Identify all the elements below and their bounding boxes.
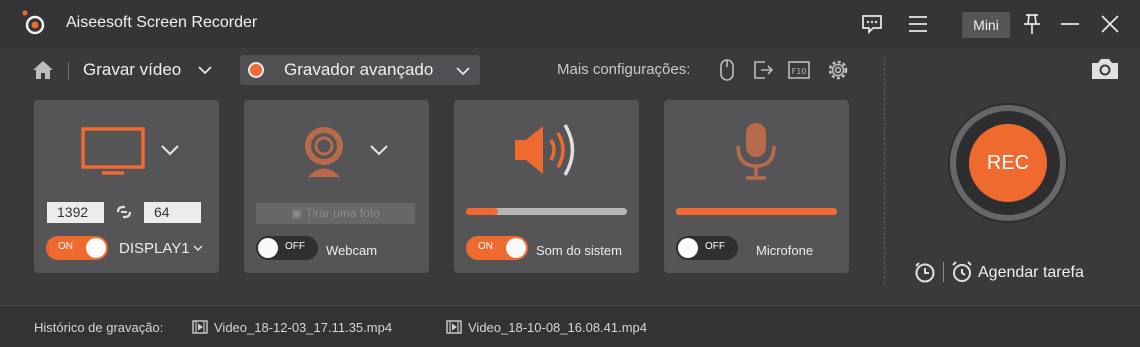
microphone-icon[interactable]: [734, 120, 778, 182]
chevron-down-icon[interactable]: [369, 143, 389, 157]
link-icon[interactable]: [114, 203, 134, 221]
width-input[interactable]: 1392: [47, 202, 104, 223]
history-file-item[interactable]: Video_18-10-08_16.08.41.mp4: [446, 318, 686, 336]
display-source-select[interactable]: DISPLAY1: [119, 240, 190, 257]
chevron-down-icon[interactable]: [197, 64, 213, 76]
mouse-icon[interactable]: [715, 57, 739, 83]
take-photo-button[interactable]: ▣ Tirar uma foto: [256, 203, 415, 224]
chevron-down-icon: [456, 67, 470, 76]
microphone-panel: OFF Microfone: [664, 100, 849, 273]
close-icon[interactable]: [1098, 12, 1122, 36]
chevron-down-icon[interactable]: [193, 244, 203, 252]
monitor-icon[interactable]: [80, 126, 146, 176]
webcam-icon[interactable]: [296, 124, 352, 180]
schedule-task-button[interactable]: Agendar tarefa: [978, 264, 1084, 282]
svg-text:F10: F10: [792, 67, 807, 76]
toggle-label: ON: [58, 241, 73, 252]
system-sound-panel: ON Som do sistem: [454, 100, 639, 273]
system-volume-slider[interactable]: [466, 208, 627, 215]
recording-history-bar: Histórico de gravação: Video_18-12-03_17…: [0, 305, 1140, 347]
history-file-name: Video_18-12-03_17.11.35.mp4: [214, 320, 393, 335]
history-label: Histórico de gravação:: [34, 320, 164, 335]
toolbar-divider: [68, 62, 69, 80]
toggle-knob: [678, 238, 698, 258]
record-mode-dropdown[interactable]: Gravar vídeo: [83, 60, 181, 80]
camera-icon[interactable]: [1090, 57, 1120, 81]
advanced-recorder-dropdown[interactable]: Gravador avançado: [240, 55, 480, 85]
webcam-toggle[interactable]: OFF: [256, 236, 318, 260]
toggle-knob: [258, 238, 278, 258]
camera-icon: ▣: [291, 206, 303, 220]
output-icon[interactable]: [751, 57, 775, 83]
title-bar: Aiseesoft Screen Recorder Mini: [0, 0, 1140, 48]
alarm-clock-icon[interactable]: [950, 260, 974, 284]
hotkey-icon[interactable]: F10: [787, 57, 811, 83]
chevron-down-icon[interactable]: [160, 143, 180, 157]
timer-icon[interactable]: [913, 260, 937, 284]
section-divider: [884, 58, 885, 284]
pin-icon[interactable]: [1020, 12, 1044, 36]
toggle-knob: [506, 238, 526, 258]
record-button[interactable]: REC: [945, 100, 1071, 226]
mini-mode-button[interactable]: Mini: [962, 12, 1010, 38]
webcam-panel: ▣ Tirar uma foto OFF Webcam: [244, 100, 429, 273]
minimize-icon[interactable]: [1058, 12, 1082, 36]
history-file-name: Video_18-10-08_16.08.41.mp4: [468, 320, 648, 335]
microphone-volume-fill: [676, 208, 837, 215]
record-dot-icon: [248, 62, 264, 78]
video-file-icon: [192, 320, 208, 334]
record-label: REC: [986, 152, 1030, 174]
menu-icon[interactable]: [906, 12, 930, 36]
display-toggle[interactable]: ON: [46, 236, 108, 260]
more-settings-label: Mais configurações:: [557, 61, 691, 78]
toggle-label: OFF: [285, 241, 305, 252]
toggle-knob: [86, 238, 106, 258]
webcam-label: Webcam: [326, 243, 378, 258]
home-icon[interactable]: [31, 58, 55, 82]
toggle-label: ON: [478, 241, 493, 252]
schedule-divider: [943, 262, 944, 282]
microphone-volume-slider[interactable]: [676, 208, 837, 215]
video-file-icon: [446, 320, 462, 334]
microphone-label: Microfone: [756, 243, 814, 258]
height-input[interactable]: 64: [144, 202, 201, 223]
advanced-recorder-label: Gravador avançado: [284, 60, 434, 79]
toggle-label: OFF: [705, 241, 725, 252]
history-file-item[interactable]: Video_18-12-03_17.11.35.mp4: [192, 318, 432, 336]
gear-icon[interactable]: [826, 57, 850, 83]
app-logo-icon: [22, 10, 45, 35]
feedback-icon[interactable]: [860, 12, 884, 36]
app-title: Aiseesoft Screen Recorder: [66, 14, 258, 31]
take-photo-label: Tirar uma foto: [305, 206, 380, 220]
display-panel: 1392 64 ON DISPLAY1: [34, 100, 219, 273]
speaker-icon[interactable]: [512, 120, 582, 180]
microphone-toggle[interactable]: OFF: [676, 236, 738, 260]
system-volume-fill: [466, 208, 499, 215]
system-sound-toggle[interactable]: ON: [466, 236, 528, 260]
system-sound-label: Som do sistem: [536, 243, 622, 258]
